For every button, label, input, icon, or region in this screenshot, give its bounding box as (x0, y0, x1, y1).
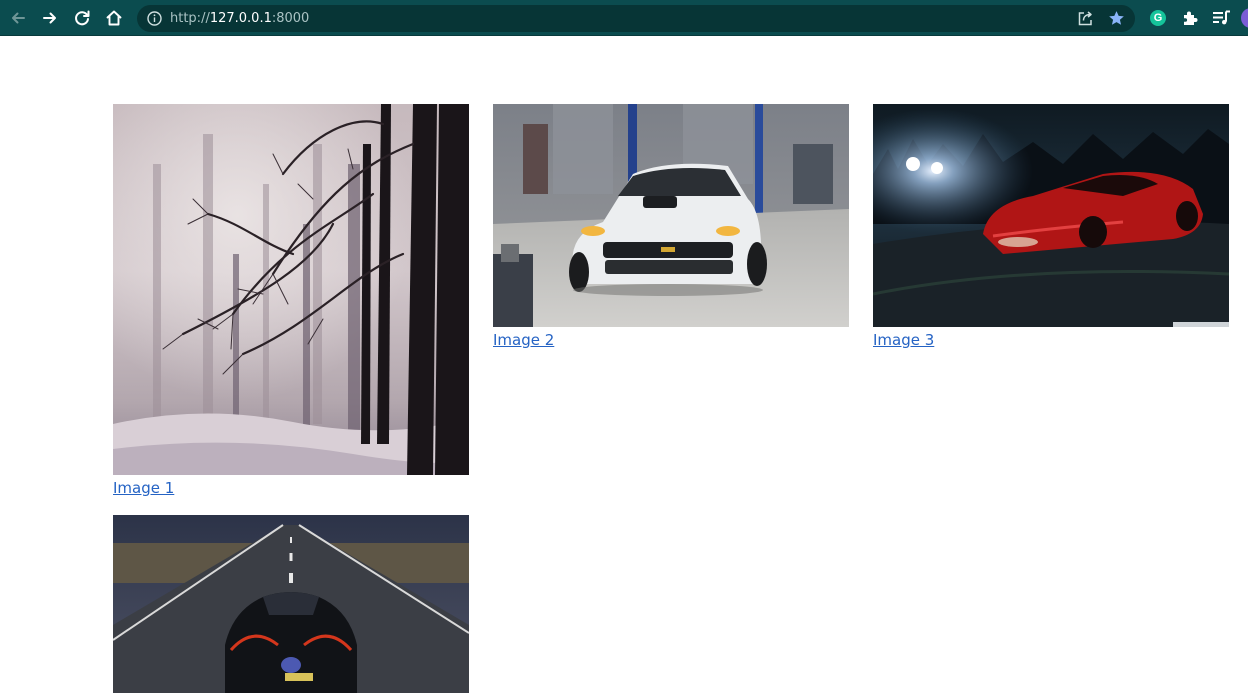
back-arrow-icon (12, 12, 25, 24)
profile-avatar[interactable] (1241, 8, 1248, 28)
forward-button[interactable] (38, 6, 62, 30)
share-icon[interactable] (1076, 10, 1094, 28)
url-scheme: http:// (170, 11, 210, 26)
reload-icon (75, 10, 90, 26)
url-host: 127.0.0.1 (209, 11, 272, 26)
bookmark-star-icon[interactable] (1107, 9, 1126, 28)
gallery-card-4 (113, 515, 469, 693)
back-button[interactable] (6, 6, 30, 30)
browser-toolbar: http://127.0.0.1:8000 G (0, 0, 1248, 36)
gallery-link-2[interactable]: Image 2 (493, 331, 554, 349)
gallery-image-3[interactable] (873, 104, 1229, 327)
url-text[interactable]: http://127.0.0.1:8000 (170, 11, 309, 26)
reload-button[interactable] (70, 6, 94, 30)
url-port: :8000 (271, 11, 310, 26)
grammarly-icon[interactable]: G (1150, 10, 1166, 26)
gallery-link-3[interactable]: Image 3 (873, 331, 934, 349)
address-bar[interactable]: http://127.0.0.1:8000 (137, 5, 1135, 32)
gallery-card-3: Image 3 (873, 104, 1229, 350)
puzzle-icon[interactable] (1181, 9, 1199, 27)
forward-arrow-icon (43, 12, 56, 24)
info-icon[interactable] (146, 10, 163, 27)
media-queue-icon[interactable] (1212, 9, 1231, 27)
home-icon (106, 10, 122, 26)
gallery-card-2: Image 2 (493, 104, 849, 350)
gallery-link-1[interactable]: Image 1 (113, 479, 174, 497)
gallery-card-1: Image 1 (113, 104, 469, 498)
gallery-image-1[interactable] (113, 104, 469, 475)
home-button[interactable] (102, 6, 126, 30)
gallery-image-4[interactable] (113, 515, 469, 693)
gallery-image-2[interactable] (493, 104, 849, 327)
